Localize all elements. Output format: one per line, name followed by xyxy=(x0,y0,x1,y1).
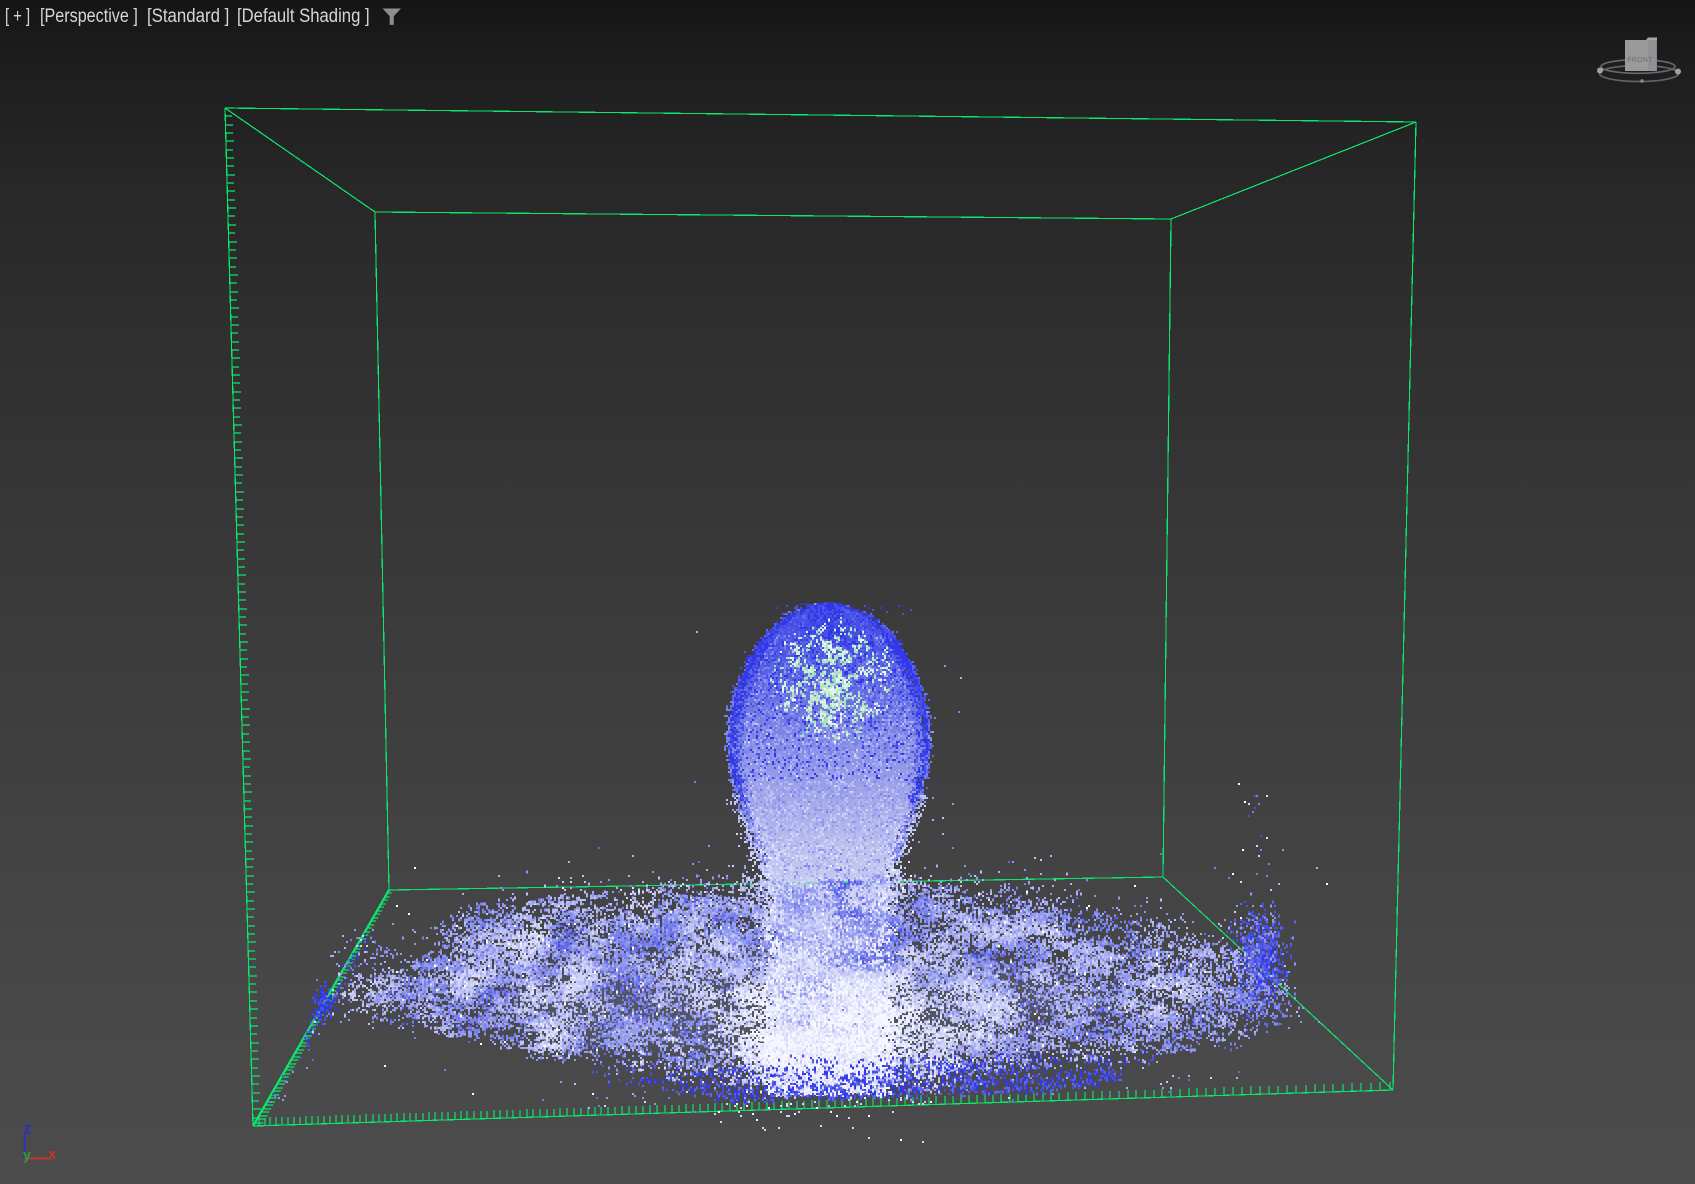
svg-text:Z: Z xyxy=(24,1122,32,1137)
svg-text:y: y xyxy=(23,1147,31,1163)
svg-text:FRONT: FRONT xyxy=(1627,57,1653,64)
svg-text:x: x xyxy=(49,1146,57,1162)
